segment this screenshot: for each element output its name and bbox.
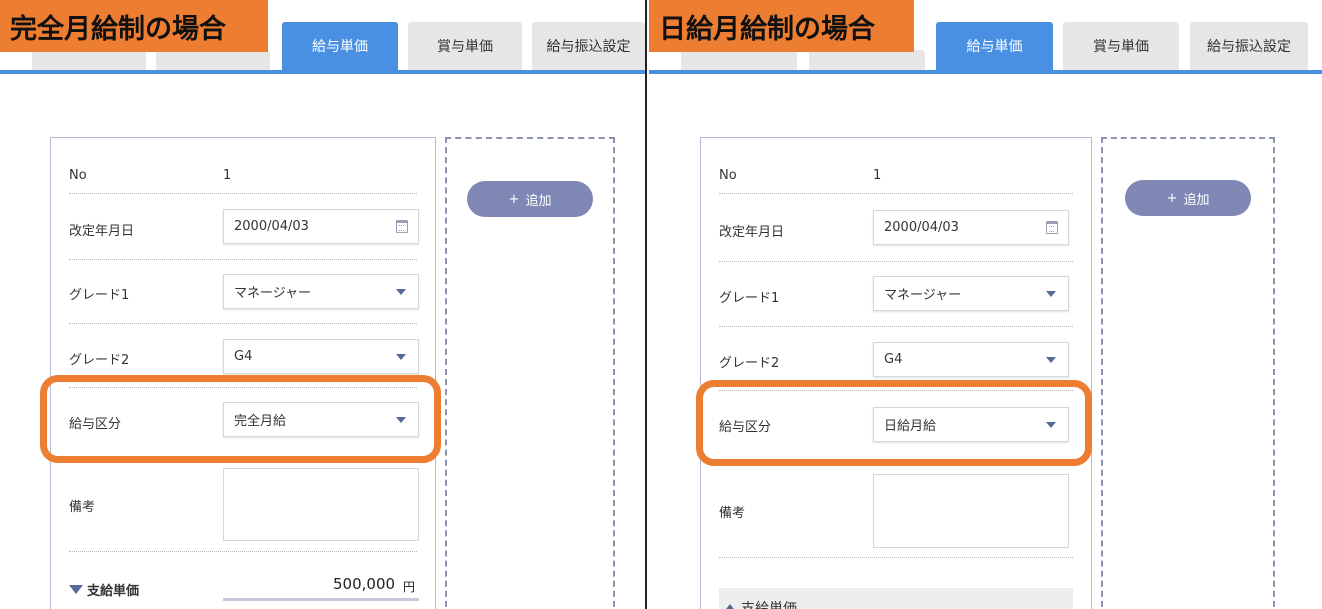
tab-label: 給与単価 bbox=[966, 39, 1023, 55]
chevron-down-icon bbox=[1046, 291, 1056, 297]
note-label: 備考 bbox=[69, 500, 96, 515]
payment-amount: 500,000 bbox=[333, 575, 396, 593]
tab-hidden-2[interactable] bbox=[156, 50, 270, 70]
grade2-label: グレード2 bbox=[69, 353, 130, 368]
revision-date-value: 2000/04/03 bbox=[234, 219, 309, 234]
revision-date-label: 改定年月日 bbox=[69, 224, 135, 239]
payment-unit-section-toggle[interactable]: 支給単価 bbox=[723, 598, 797, 609]
chevron-down-icon bbox=[396, 354, 406, 360]
row-grade1: グレード1 マネージャー bbox=[719, 262, 1073, 327]
grade2-value: G4 bbox=[234, 349, 253, 364]
add-button[interactable]: + 追加 bbox=[467, 181, 593, 217]
grade1-label: グレード1 bbox=[719, 291, 780, 306]
tab-salary-transfer[interactable]: 給与振込設定 bbox=[532, 22, 645, 70]
row-no: No 1 bbox=[69, 156, 417, 194]
add-button-label: 追加 bbox=[525, 193, 552, 209]
grade2-select[interactable]: G4 bbox=[223, 339, 419, 374]
grade1-select[interactable]: マネージャー bbox=[873, 276, 1069, 311]
panel-title: 日給月給制の場合 bbox=[649, 0, 914, 52]
payment-unit: 円 bbox=[403, 580, 416, 594]
tab-label: 賞与単価 bbox=[1093, 39, 1149, 55]
tab-label: 給与振込設定 bbox=[1207, 39, 1291, 55]
pay-type-highlight bbox=[40, 375, 441, 463]
chevron-down-icon bbox=[1046, 357, 1056, 363]
no-label: No bbox=[69, 168, 87, 183]
right-panel: 給与単価 賞与単価 給与振込設定 日給月給制の場合 No 1 改定年月日 200… bbox=[649, 0, 1322, 609]
grade1-select[interactable]: マネージャー bbox=[223, 274, 419, 309]
add-area: + 追加 bbox=[445, 137, 615, 609]
section-label: 支給単価 bbox=[87, 584, 140, 599]
tab-salary-unit[interactable]: 給与単価 bbox=[282, 22, 398, 70]
add-button[interactable]: + 追加 bbox=[1125, 180, 1251, 216]
calendar-icon[interactable] bbox=[1046, 221, 1058, 234]
add-button-label: 追加 bbox=[1183, 192, 1210, 208]
row-revision-date: 改定年月日 2000/04/03 bbox=[719, 194, 1073, 262]
amount-underline bbox=[223, 598, 419, 601]
tab-salary-unit[interactable]: 給与単価 bbox=[936, 22, 1053, 70]
revision-date-label: 改定年月日 bbox=[719, 225, 785, 240]
row-note: 備考 bbox=[69, 456, 419, 552]
salary-form-card: No 1 改定年月日 2000/04/03 グレード1 マネージャー グレード2… bbox=[50, 137, 436, 609]
no-label: No bbox=[719, 168, 737, 183]
tab-bonus-unit[interactable]: 賞与単価 bbox=[1063, 22, 1179, 70]
section-label: 支給単価 bbox=[741, 601, 797, 609]
plus-icon: + bbox=[508, 191, 520, 207]
grade2-label: グレード2 bbox=[719, 356, 780, 371]
pay-type-highlight bbox=[696, 380, 1092, 466]
plus-icon: + bbox=[1166, 190, 1178, 206]
grade1-value: マネージャー bbox=[234, 286, 312, 301]
panel-title: 完全月給制の場合 bbox=[0, 0, 268, 52]
add-area: + 追加 bbox=[1101, 137, 1275, 609]
tab-hidden-1[interactable] bbox=[681, 50, 797, 70]
tab-underline bbox=[649, 70, 1322, 74]
tab-label: 給与振込設定 bbox=[546, 39, 631, 55]
tab-hidden-1[interactable] bbox=[32, 50, 146, 70]
tab-salary-transfer[interactable]: 給与振込設定 bbox=[1190, 22, 1308, 70]
chevron-down-icon bbox=[396, 289, 406, 295]
revision-date-input[interactable]: 2000/04/03 bbox=[223, 209, 419, 244]
grade1-value: マネージャー bbox=[884, 288, 962, 303]
revision-date-value: 2000/04/03 bbox=[884, 220, 959, 235]
calendar-icon[interactable] bbox=[396, 220, 408, 233]
no-value: 1 bbox=[223, 168, 232, 183]
left-panel: 給与単価 賞与単価 給与振込設定 完全月給制の場合 No 1 改定年月日 200… bbox=[0, 0, 647, 609]
row-revision-date: 改定年月日 2000/04/03 bbox=[69, 194, 419, 260]
note-textarea[interactable] bbox=[223, 468, 419, 541]
grade1-label: グレード1 bbox=[69, 288, 130, 303]
grade2-select[interactable]: G4 bbox=[873, 342, 1069, 377]
tab-hidden-2[interactable] bbox=[809, 50, 925, 70]
note-textarea[interactable] bbox=[873, 474, 1069, 548]
triangle-up-icon bbox=[723, 603, 737, 609]
tab-bonus-unit[interactable]: 賞与単価 bbox=[408, 22, 522, 70]
salary-form-card: No 1 改定年月日 2000/04/03 グレード1 マネージャー グレード2… bbox=[700, 137, 1092, 609]
tab-underline bbox=[0, 70, 645, 74]
row-no: No 1 bbox=[719, 156, 1073, 194]
triangle-down-icon bbox=[69, 585, 83, 594]
row-note: 備考 bbox=[719, 462, 1073, 558]
revision-date-input[interactable]: 2000/04/03 bbox=[873, 210, 1069, 245]
tab-label: 賞与単価 bbox=[437, 39, 493, 55]
payment-unit-section-toggle[interactable]: 支給単価 bbox=[69, 580, 139, 599]
tab-label: 給与単価 bbox=[312, 39, 368, 55]
grade2-value: G4 bbox=[884, 352, 903, 367]
row-grade1: グレード1 マネージャー bbox=[69, 260, 419, 324]
note-label: 備考 bbox=[719, 506, 746, 521]
no-value: 1 bbox=[873, 168, 882, 183]
